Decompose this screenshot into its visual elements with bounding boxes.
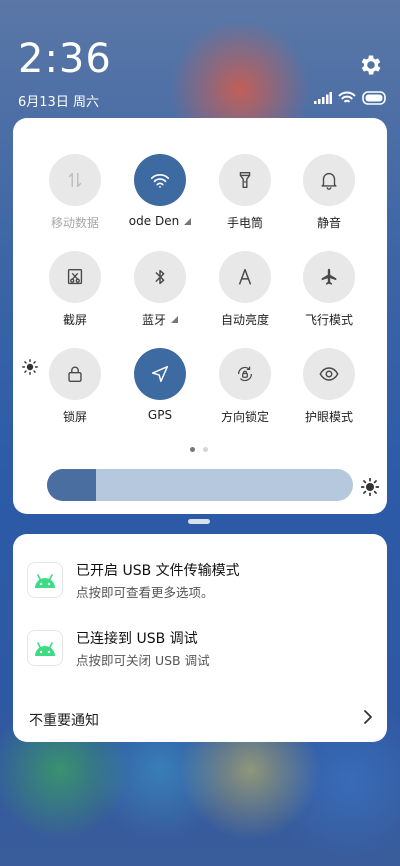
notification-subtitle: 点按即可查看更多选项。	[76, 585, 214, 600]
notification-title: 已开启 USB 文件传输模式	[76, 563, 240, 579]
tile-flashlight[interactable]: 手电筒	[205, 154, 285, 234]
chevron-right-icon[interactable]	[363, 709, 373, 725]
brightness-fill	[47, 469, 96, 501]
tile-button[interactable]	[49, 251, 101, 303]
notification-usb-transfer[interactable]: 已开启 USB 文件传输模式 点按即可查看更多选项。	[27, 560, 377, 600]
tile-label: 方向锁定	[220, 410, 269, 424]
tile-mobile-data[interactable]: 移动数据	[35, 154, 115, 234]
status-bar: 2:36 6月13日 周六	[0, 0, 400, 115]
flashlight-icon	[239, 171, 251, 189]
tile-auto-brightness[interactable]: 自动亮度	[205, 251, 285, 331]
brightness-high-icon	[361, 478, 379, 496]
notification-subtitle: 点按即可关闭 USB 调试	[76, 653, 210, 668]
tile-label: 蓝牙	[141, 313, 166, 327]
tile-button[interactable]	[219, 154, 271, 206]
signal-icon	[314, 92, 332, 104]
gear-icon[interactable]	[358, 52, 384, 78]
tile-button[interactable]	[134, 154, 186, 206]
brightness-slider[interactable]	[47, 469, 353, 501]
tile-button[interactable]	[303, 154, 355, 206]
page-indicator	[190, 447, 208, 452]
tile-button[interactable]	[303, 348, 355, 400]
page-dot-1[interactable]	[190, 447, 195, 452]
wifi-icon	[150, 174, 170, 188]
tile-gps[interactable]: GPS	[120, 348, 200, 428]
tile-lock[interactable]: 锁屏	[35, 348, 115, 428]
tile-rotation-lock[interactable]: 方向锁定	[205, 348, 285, 428]
tile-button[interactable]	[219, 251, 271, 303]
bluetooth-icon	[155, 269, 165, 285]
tile-airplane[interactable]: 飞行模式	[289, 251, 369, 331]
notification-card: 已开启 USB 文件传输模式 点按即可查看更多选项。 已连接到 USB 调试 点…	[13, 534, 387, 742]
more-options-icon	[184, 217, 192, 225]
tile-label: 护眼模式	[304, 410, 353, 424]
android-icon	[27, 562, 63, 598]
rotation-lock-icon	[237, 366, 253, 382]
tile-label: GPS	[147, 408, 173, 422]
tile-label: 手电筒	[226, 216, 263, 230]
tile-button[interactable]	[134, 251, 186, 303]
gps-icon	[151, 365, 169, 383]
tile-wifi[interactable]: ode Den	[120, 154, 200, 234]
screenshot-icon	[67, 268, 83, 285]
page-dot-2[interactable]	[203, 447, 208, 452]
more-options-icon	[171, 316, 178, 323]
tile-label: ode Den	[128, 214, 180, 228]
tile-button[interactable]	[219, 348, 271, 400]
quick-settings-panel: 移动数据 ode Den 手电筒 静音截屏 蓝牙 自动亮度 飞行模式锁屏 GPS 方向锁定 护眼模…	[13, 118, 387, 514]
battery-icon	[362, 91, 386, 105]
tile-label: 锁屏	[62, 410, 87, 424]
notification-usb-debug[interactable]: 已连接到 USB 调试 点按即可关闭 USB 调试	[27, 628, 377, 668]
mobile-data-icon	[68, 172, 82, 188]
tile-button[interactable]	[303, 251, 355, 303]
notification-title: 已连接到 USB 调试	[76, 631, 198, 647]
wifi-icon	[338, 91, 356, 103]
bell-icon	[321, 172, 337, 190]
tile-label: 静音	[316, 216, 341, 230]
tile-label: 移动数据	[50, 216, 99, 230]
tile-label: 飞行模式	[304, 313, 353, 327]
clock: 2:36	[18, 36, 112, 82]
tile-screenshot[interactable]: 截屏	[35, 251, 115, 331]
unimportant-notifications-link[interactable]: 不重要通知	[29, 710, 99, 730]
date: 6月13日 周六	[18, 95, 99, 110]
brightness-low-icon	[22, 359, 38, 375]
tile-bluetooth[interactable]: 蓝牙	[120, 251, 200, 331]
tile-label: 自动亮度	[220, 313, 269, 327]
android-icon	[27, 630, 63, 666]
tile-button[interactable]	[134, 348, 186, 400]
tile-button[interactable]	[49, 348, 101, 400]
tile-bell[interactable]: 静音	[289, 154, 369, 234]
auto-brightness-icon	[238, 268, 252, 285]
tile-button[interactable]	[49, 154, 101, 206]
tile-label: 截屏	[62, 313, 87, 327]
tile-eye[interactable]: 护眼模式	[289, 348, 369, 428]
lock-icon	[68, 366, 82, 383]
panel-handle[interactable]	[188, 519, 210, 524]
eye-icon	[319, 367, 339, 381]
airplane-icon	[321, 268, 337, 285]
system-icons	[314, 89, 388, 107]
